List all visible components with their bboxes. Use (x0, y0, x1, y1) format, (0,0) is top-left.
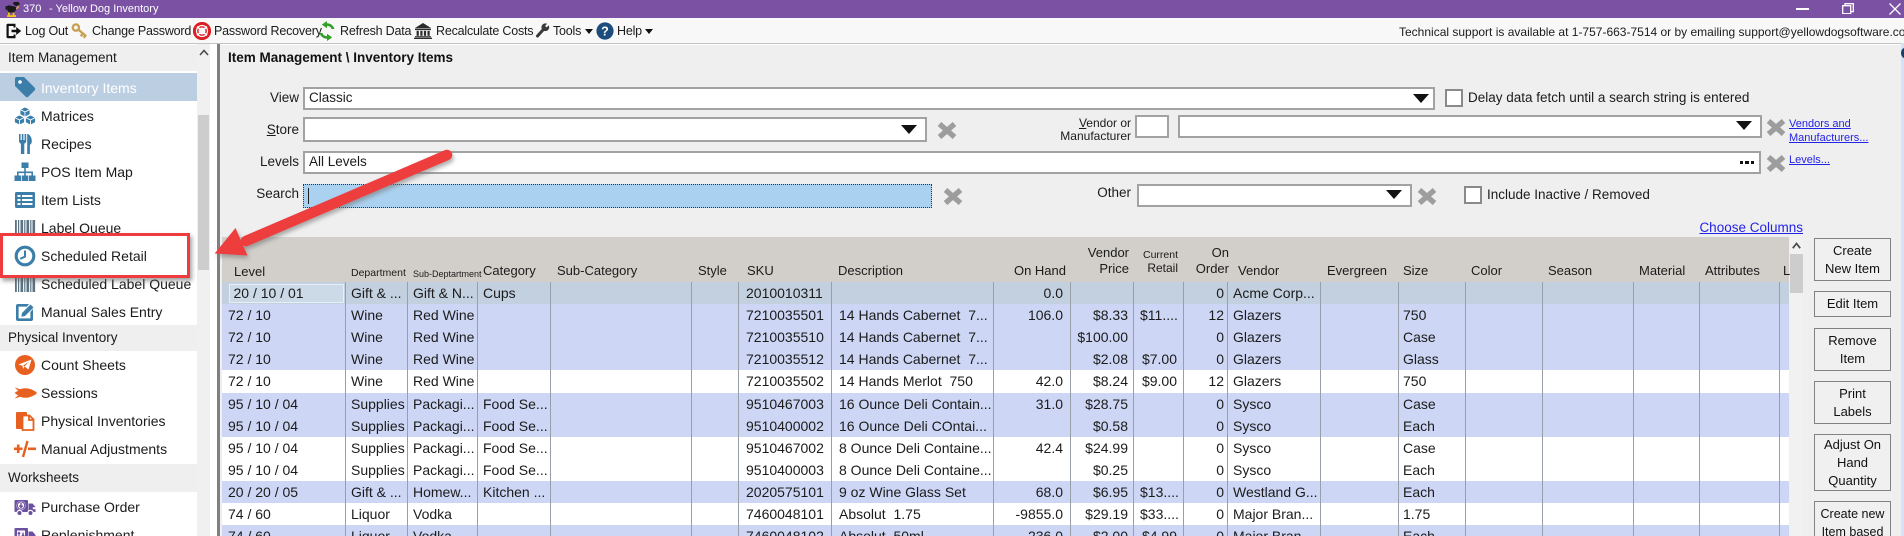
svg-text:?: ? (601, 25, 609, 39)
